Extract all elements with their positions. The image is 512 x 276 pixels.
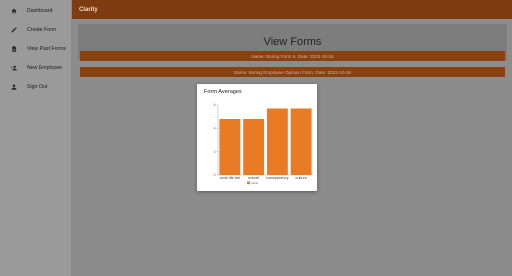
- sidebar-item-label: Dashboard: [27, 7, 53, 14]
- sidebar-item-new-employee[interactable]: New Employee: [0, 58, 71, 77]
- chart-bar: [266, 108, 288, 175]
- pencil-icon: [9, 25, 18, 34]
- app-title: Clarity: [79, 6, 98, 13]
- sidebar-item-label: View Past Forms: [27, 45, 67, 52]
- sidebar-item-sign-out[interactable]: Sign Out: [0, 77, 71, 96]
- chart-bar: [243, 119, 265, 175]
- sidebar-item-label: Sign Out: [27, 83, 48, 90]
- home-icon: [9, 6, 18, 15]
- sidebar-item-create-form[interactable]: Create Form: [0, 20, 71, 39]
- x-tick-label: transparency: [266, 176, 288, 180]
- sidebar: Dashboard Create Form View Past Forms Ne…: [0, 0, 72, 276]
- sidebar-item-label: New Employee: [27, 64, 62, 71]
- y-tick-label: 2: [214, 150, 216, 154]
- x-tick-label: overall: [248, 176, 259, 180]
- x-tick-label: culture: [295, 176, 306, 180]
- chart-bar: [290, 108, 312, 175]
- sidebar-item-dashboard[interactable]: Dashboard: [0, 1, 71, 20]
- app-root: Dashboard Create Form View Past Forms Ne…: [0, 0, 512, 276]
- form-list-item[interactable]: Name: Boring Employee Opinion Form, Date…: [80, 67, 505, 77]
- form-averages-dialog: Form Averages 0 2 4 6 work life bal overall tr…: [197, 84, 317, 191]
- sidebar-item-label: Create Form: [27, 26, 57, 33]
- document-icon: [9, 44, 18, 53]
- y-tick-label: 4: [214, 127, 216, 131]
- person-icon: [9, 82, 18, 91]
- y-tick-label: 0: [214, 173, 216, 177]
- y-tick-label: 6: [214, 103, 216, 107]
- form-list-item[interactable]: Name: Boring Form 6, Date: 2023-10-16: [80, 51, 505, 61]
- form-list-item-label: Name: Boring Employee Opinion Form, Date…: [233, 69, 352, 75]
- chart-bar: [219, 119, 241, 175]
- form-list-item-label: Name: Boring Form 6, Date: 2023-10-16: [251, 53, 334, 59]
- legend-swatch: [247, 181, 250, 185]
- legend-label: value: [251, 181, 259, 185]
- app-header: Clarity: [72, 0, 512, 19]
- page-title: View Forms: [263, 36, 322, 48]
- form-averages-chart: 0 2 4 6 work life bal overall transparency cult…: [214, 103, 313, 185]
- sidebar-item-view-past-forms[interactable]: View Past Forms: [0, 39, 71, 58]
- add-person-icon: [9, 63, 18, 72]
- x-tick-label: work life bal: [220, 176, 240, 180]
